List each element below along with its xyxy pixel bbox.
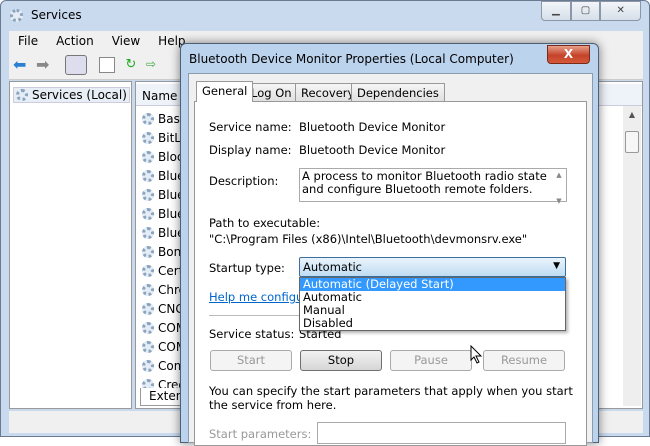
services-icon bbox=[10, 9, 23, 22]
close-button[interactable]: ✕ bbox=[600, 1, 641, 21]
start-parameters-note: You can specify the start parameters tha… bbox=[209, 384, 573, 412]
description-label: Description: bbox=[209, 174, 279, 188]
resume-button[interactable]: Resume bbox=[483, 350, 565, 371]
startup-type-options: Automatic (Delayed Start) Automatic Manu… bbox=[299, 277, 566, 331]
maximize-button[interactable]: ▢ bbox=[570, 1, 601, 21]
general-panel: Service name: Bluetooth Device Monitor D… bbox=[194, 101, 587, 446]
start-parameters-label: Start parameters: bbox=[209, 427, 312, 441]
service-row[interactable]: Blue bbox=[142, 169, 185, 183]
startup-type-label: Startup type: bbox=[209, 261, 285, 275]
refresh-icon[interactable]: ↻ bbox=[123, 57, 139, 73]
tab-general[interactable]: General bbox=[196, 81, 254, 102]
forward-arrow-icon[interactable]: ➡ bbox=[36, 57, 52, 73]
service-gear-icon bbox=[142, 322, 154, 334]
vertical-scrollbar[interactable]: ▲ bbox=[623, 106, 641, 406]
dialog-body: General Log On Recovery Dependencies Ser… bbox=[188, 73, 593, 446]
service-gear-icon bbox=[142, 284, 154, 296]
service-gear-icon bbox=[142, 189, 154, 201]
mouse-cursor-icon bbox=[470, 345, 483, 364]
description-scrollbar[interactable]: ▲ ▼ bbox=[552, 169, 566, 205]
service-row[interactable]: Com bbox=[142, 359, 185, 373]
path-value: "C:\Program Files (x86)\Intel\Bluetooth\… bbox=[209, 232, 528, 246]
window-title: Services bbox=[31, 8, 82, 22]
scrollbar-thumb[interactable] bbox=[625, 131, 639, 153]
menu-file[interactable]: File bbox=[9, 31, 47, 51]
service-gear-icon bbox=[142, 132, 154, 144]
option-disabled[interactable]: Disabled bbox=[300, 317, 565, 330]
dialog-title: Bluetooth Device Monitor Properties (Loc… bbox=[189, 52, 514, 66]
menu-view[interactable]: View bbox=[103, 31, 149, 51]
chevron-down-icon: ▼ bbox=[553, 261, 560, 271]
service-gear-icon bbox=[142, 246, 154, 258]
service-row[interactable]: Bloc bbox=[142, 150, 184, 164]
service-gear-icon bbox=[142, 151, 154, 163]
service-row[interactable]: Blue bbox=[142, 207, 185, 221]
service-gear-icon bbox=[142, 227, 154, 239]
menu-action[interactable]: Action bbox=[47, 31, 103, 51]
path-label: Path to executable: bbox=[209, 216, 321, 230]
caption-buttons: ▁ ▢ ✕ bbox=[541, 1, 641, 21]
tree-item-label: Services (Local) bbox=[32, 88, 127, 102]
service-row[interactable]: CNG bbox=[142, 302, 185, 316]
service-gear-icon bbox=[142, 360, 154, 372]
back-arrow-icon[interactable]: ⬅ bbox=[13, 57, 29, 73]
display-name-value: Bluetooth Device Monitor bbox=[299, 143, 446, 157]
pause-button[interactable]: Pause bbox=[390, 350, 472, 371]
service-gear-icon bbox=[142, 208, 154, 220]
startup-type-value: Automatic bbox=[303, 260, 362, 274]
service-row[interactable]: Blue bbox=[142, 226, 185, 240]
display-name-label: Display name: bbox=[209, 143, 292, 157]
tree-item-services-local[interactable]: Services (Local) bbox=[13, 87, 130, 103]
start-parameters-input[interactable] bbox=[317, 422, 566, 444]
stop-button[interactable]: Stop bbox=[300, 350, 382, 371]
service-name-label: Service name: bbox=[209, 120, 292, 134]
tree-pane: Services (Local) bbox=[9, 81, 132, 409]
tab-dependencies[interactable]: Dependencies bbox=[351, 83, 445, 101]
service-gear-icon bbox=[142, 170, 154, 182]
show-hide-tree-icon[interactable] bbox=[65, 55, 87, 75]
service-row[interactable]: Blue bbox=[142, 188, 185, 202]
properties-dialog: Bluetooth Device Monitor Properties (Loc… bbox=[180, 43, 599, 446]
service-row[interactable]: Bonj bbox=[142, 245, 185, 259]
service-gear-icon bbox=[142, 303, 154, 315]
service-name-value: Bluetooth Device Monitor bbox=[299, 120, 446, 134]
dialog-close-button[interactable]: X bbox=[547, 45, 590, 64]
startup-type-select[interactable]: Automatic ▼ bbox=[299, 257, 566, 277]
service-gear-icon bbox=[142, 113, 154, 125]
properties-icon[interactable] bbox=[99, 57, 115, 73]
export-list-icon[interactable]: ⇨ bbox=[146, 57, 162, 73]
start-button[interactable]: Start bbox=[210, 350, 292, 371]
minimize-button[interactable]: ▁ bbox=[541, 1, 571, 21]
service-gear-icon bbox=[142, 341, 154, 353]
description-box[interactable]: A process to monitor Bluetooth radio sta… bbox=[299, 168, 567, 205]
services-icon bbox=[16, 89, 28, 101]
service-gear-icon bbox=[142, 265, 154, 277]
description-text: A process to monitor Bluetooth radio sta… bbox=[302, 169, 547, 196]
service-status-label: Service status: bbox=[209, 327, 295, 341]
service-row[interactable]: Cert bbox=[142, 264, 183, 278]
